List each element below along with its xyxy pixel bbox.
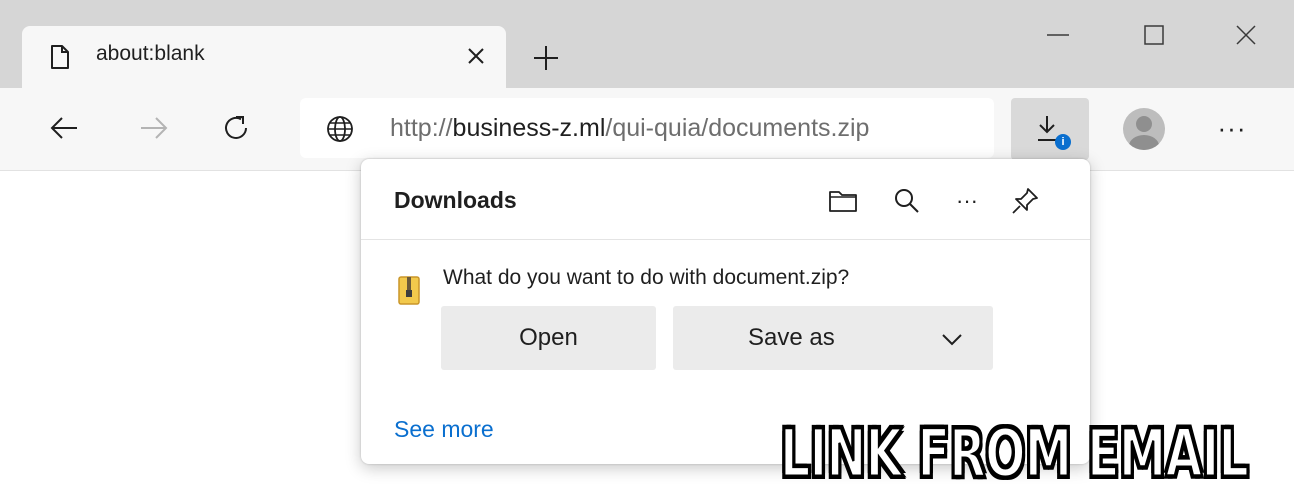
- profile-button[interactable]: [1112, 98, 1176, 160]
- url-path: /qui-quia/documents.zip: [605, 114, 870, 142]
- refresh-button[interactable]: [212, 104, 260, 152]
- globe-icon: [326, 115, 354, 148]
- forward-arrow-icon: [141, 117, 168, 139]
- downloads-header: Downloads ···: [361, 159, 1090, 240]
- downloads-title: Downloads: [394, 187, 517, 213]
- tab-title: about:blank: [96, 42, 205, 65]
- document-icon: [50, 44, 70, 75]
- info-badge: i: [1055, 134, 1071, 150]
- minimize-button[interactable]: [1026, 10, 1090, 60]
- plus-icon: [534, 46, 558, 70]
- chevron-down-icon[interactable]: [941, 326, 963, 354]
- pin-icon: [1012, 188, 1038, 214]
- save-as-button[interactable]: Save as: [673, 306, 993, 370]
- downloads-button[interactable]: i: [1011, 98, 1089, 160]
- open-folder-button[interactable]: [823, 181, 863, 221]
- avatar: [1123, 108, 1165, 150]
- url-scheme: http://: [390, 114, 453, 142]
- new-tab-button[interactable]: [528, 40, 564, 76]
- close-window-button[interactable]: [1214, 10, 1278, 60]
- download-prompt: What do you want to do with document.zip…: [443, 266, 850, 289]
- tab-strip: about:blank: [0, 0, 1294, 88]
- tab-about-blank[interactable]: about:blank: [22, 26, 506, 88]
- maximize-button[interactable]: [1122, 10, 1186, 60]
- url-host: business-z.ml: [452, 114, 606, 142]
- forward-button[interactable]: [130, 104, 178, 152]
- search-icon: [895, 189, 919, 213]
- search-downloads-button[interactable]: [887, 181, 927, 221]
- folder-icon: [829, 191, 857, 212]
- back-button[interactable]: [40, 104, 88, 152]
- maximize-icon: [1144, 25, 1164, 45]
- see-more-link[interactable]: See more: [394, 416, 494, 443]
- save-as-label: Save as: [748, 324, 835, 351]
- open-label: Open: [519, 324, 578, 351]
- settings-menu-button[interactable]: ···: [1208, 104, 1256, 152]
- close-tab-button[interactable]: [460, 40, 492, 72]
- close-icon: [468, 48, 484, 64]
- minimize-icon: [1047, 34, 1069, 36]
- meme-caption: LINK FROM EMAIL: [779, 414, 1250, 494]
- close-icon: [1236, 25, 1256, 45]
- address-bar[interactable]: http://business-z.ml/qui-quia/documents.…: [300, 98, 994, 158]
- url-text[interactable]: http://business-z.ml/qui-quia/documents.…: [390, 114, 869, 143]
- pin-button[interactable]: [1005, 181, 1045, 221]
- open-button[interactable]: Open: [441, 306, 656, 370]
- zip-file-icon: [398, 275, 420, 310]
- more-options-button[interactable]: ···: [947, 181, 987, 221]
- back-arrow-icon: [50, 117, 77, 139]
- refresh-icon: [225, 116, 247, 139]
